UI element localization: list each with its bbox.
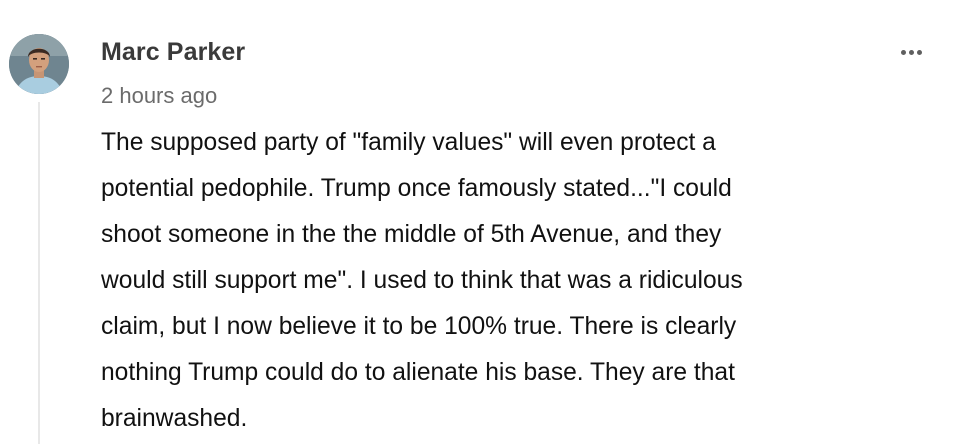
comment-body-line: would still support me". I used to think…: [101, 267, 743, 294]
comment-body-line: brainwashed.: [101, 405, 248, 432]
comment-body-line: claim, but I now believe it to be 100% t…: [101, 313, 737, 340]
comment: Marc Parker 2 hours ago The supposed par…: [0, 0, 954, 444]
avatar-photo: [9, 34, 69, 94]
ellipsis-horizontal-icon: [908, 49, 914, 55]
avatar[interactable]: [9, 34, 69, 94]
ellipsis-horizontal-icon: [900, 49, 906, 55]
comment-body: The supposed party of "family values" wi…: [101, 120, 891, 442]
ellipsis-horizontal-icon: [916, 49, 922, 55]
comment-body-line: nothing Trump could do to alienate his b…: [101, 359, 735, 386]
author-name[interactable]: Marc Parker: [101, 38, 245, 67]
comment-body-line: shoot someone in the the middle of 5th A…: [101, 221, 722, 248]
thread-line: [38, 102, 40, 444]
comment-timestamp[interactable]: 2 hours ago: [101, 83, 217, 109]
comment-body-line: potential pedophile. Trump once famously…: [101, 175, 732, 202]
comment-body-line: The supposed party of "family values" wi…: [101, 129, 716, 156]
more-options-button[interactable]: [896, 40, 926, 64]
